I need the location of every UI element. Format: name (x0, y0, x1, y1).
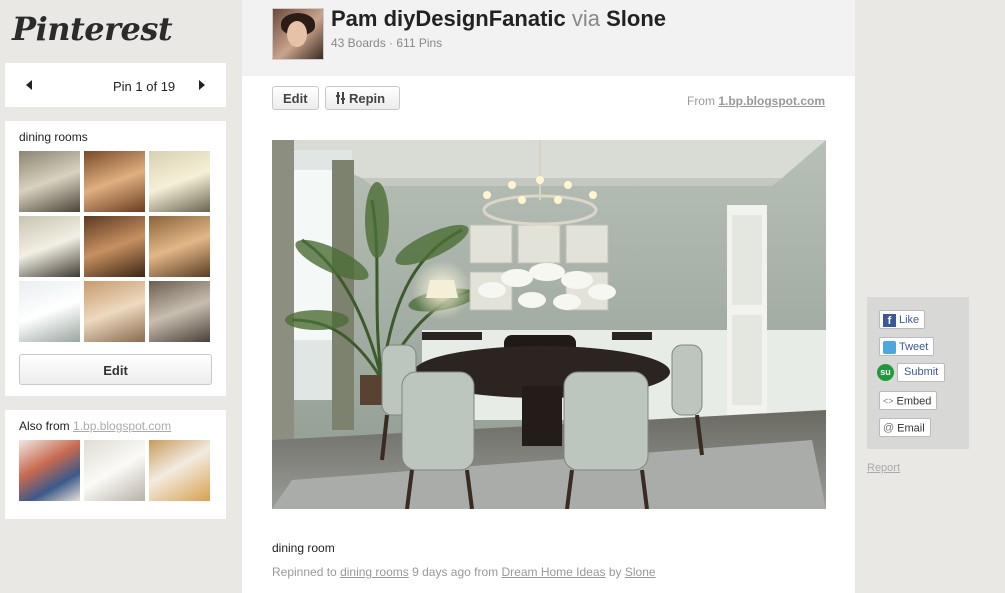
email-icon: @ (883, 422, 895, 434)
dining-room-photo (272, 140, 826, 509)
board-link[interactable]: dining rooms (340, 565, 409, 579)
pinner-header: Pam diyDesignFanatic via Slone 43 Boards… (242, 0, 855, 76)
board-thumbnail[interactable] (149, 216, 210, 277)
pin-image[interactable] (272, 140, 826, 509)
pin-pager: Pin 1 of 19 (5, 63, 226, 107)
by-label: by (605, 565, 625, 579)
facebook-like-button[interactable]: f Like (879, 310, 926, 329)
chevron-right-icon[interactable] (199, 80, 205, 90)
pinner-stats: 43 Boards · 611 Pins (331, 36, 443, 50)
stumbleupon-icon: su (877, 363, 894, 381)
board-thumbnail[interactable] (84, 216, 145, 277)
source-line: From 1.bp.blogspot.com (687, 94, 825, 108)
board-thumbnail[interactable] (19, 216, 80, 277)
repin-attribution: Repinned to dining rooms 9 days ago from… (272, 565, 656, 579)
avatar-face (287, 21, 307, 47)
also-from-label: Also from (19, 419, 74, 433)
board-panel: dining rooms Edit (5, 121, 226, 396)
source-link[interactable]: 1.bp.blogspot.com (718, 94, 825, 108)
report-link[interactable]: Report (867, 462, 900, 474)
chevron-left-icon[interactable] (26, 80, 32, 90)
tweet-button[interactable]: Tweet (879, 337, 935, 356)
embed-icon: <> (883, 396, 894, 406)
also-from-panel: Also from 1.bp.blogspot.com (5, 410, 226, 519)
email-button[interactable]: @ Email (879, 418, 931, 437)
facebook-icon: f (883, 313, 896, 327)
stumbleupon-submit-button[interactable]: su Submit (877, 363, 946, 382)
pin-counter: Pin 1 of 19 (113, 79, 176, 94)
pin-detail: Pam diyDesignFanatic via Slone 43 Boards… (242, 0, 855, 593)
embed-button[interactable]: <> Embed (879, 391, 938, 410)
also-from-thumbnail[interactable] (84, 440, 145, 501)
board-thumbnail[interactable] (19, 281, 80, 342)
repin-icon (336, 92, 345, 104)
board-thumbnail[interactable] (84, 151, 145, 212)
submit-label: Submit (897, 363, 946, 382)
repinned-prefix: Repinned to (272, 565, 341, 579)
board-thumbnail[interactable] (19, 151, 80, 212)
also-from-title: Also from 1.bp.blogspot.com (19, 419, 171, 433)
board-edit-button[interactable]: Edit (19, 354, 212, 385)
also-from-thumbnail[interactable] (149, 440, 210, 501)
board-thumbnail[interactable] (84, 281, 145, 342)
email-label: Email (897, 422, 925, 435)
board-thumbnail[interactable] (149, 151, 210, 212)
source-board-link[interactable]: Dream Home Ideas (501, 565, 605, 579)
also-from-link[interactable]: 1.bp.blogspot.com (73, 419, 171, 433)
via-label: via (571, 6, 600, 31)
twitter-icon (883, 340, 896, 354)
pinterest-logo[interactable]: Pinterest (12, 10, 173, 48)
repin-time: 9 days ago from (408, 565, 502, 579)
pinner-name[interactable]: Pam diyDesignFanatic (331, 6, 566, 31)
board-name[interactable]: dining rooms (19, 130, 88, 144)
tweet-label: Tweet (899, 341, 929, 353)
via-user[interactable]: Slone (606, 6, 666, 31)
also-from-thumbnail[interactable] (19, 440, 80, 501)
share-panel: f Like Tweet su Submit <> Embed @ Email (867, 297, 969, 449)
avatar[interactable] (272, 8, 324, 60)
pinner-name-line: Pam diyDesignFanatic via Slone (331, 6, 666, 32)
like-label: Like (899, 314, 920, 326)
source-prefix: From (686, 94, 719, 108)
edit-button[interactable]: Edit (272, 86, 319, 110)
embed-label: Embed (896, 395, 932, 408)
repin-button[interactable]: Repin (325, 86, 400, 110)
repin-label: Repin (349, 91, 386, 106)
user-link[interactable]: Slone (625, 565, 656, 579)
pin-caption: dining room (272, 541, 335, 555)
board-thumbnail[interactable] (149, 281, 210, 342)
